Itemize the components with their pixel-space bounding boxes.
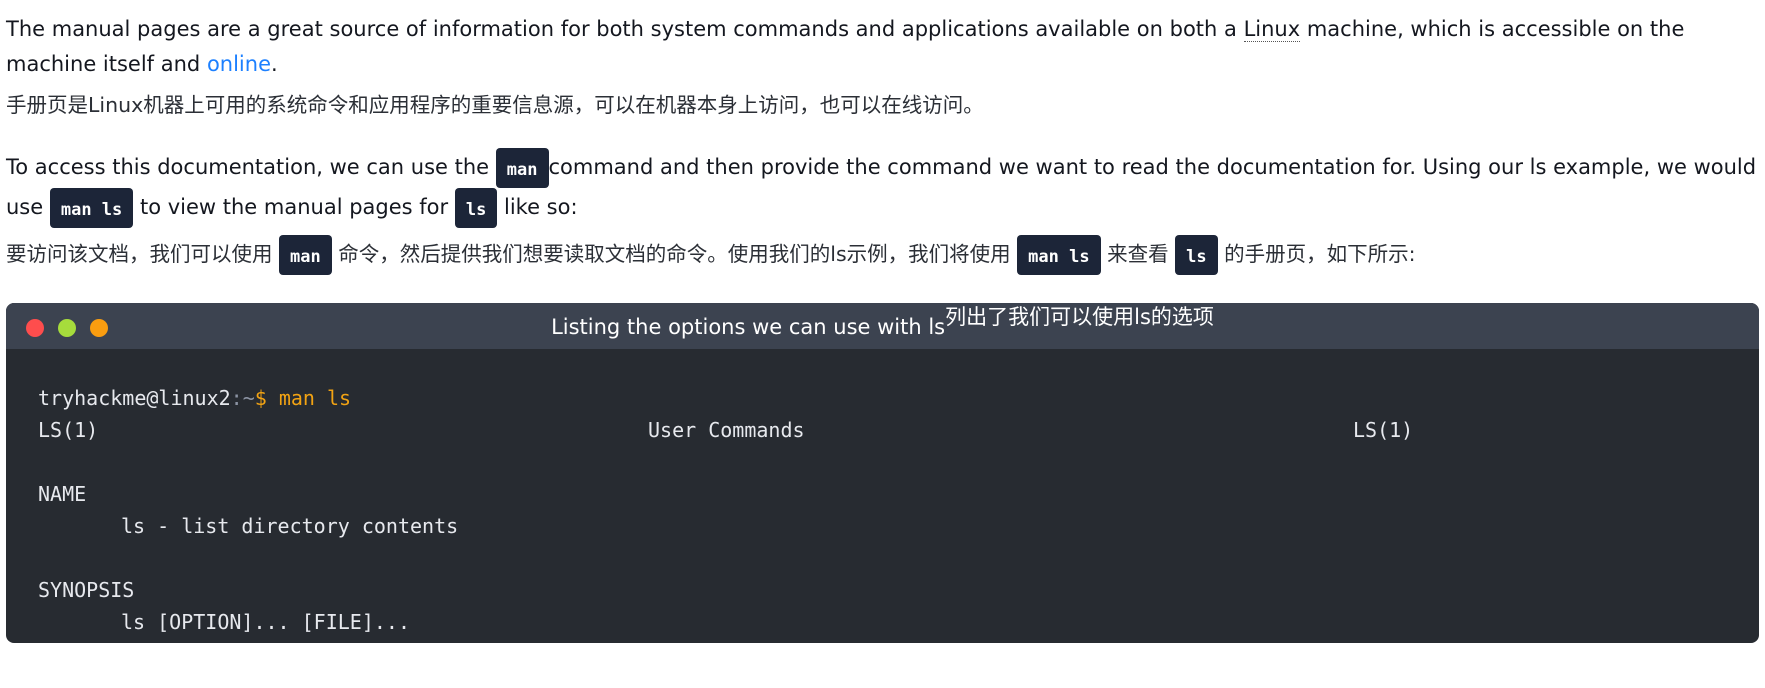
prompt-sign: $	[254, 386, 267, 410]
access-paragraph: To access this documentation, we can use…	[6, 148, 1759, 228]
synopsis-heading: SYNOPSIS	[38, 578, 135, 602]
code-man-ls-zh: man ls	[1017, 235, 1101, 275]
access-paragraph-zh: 要访问该文档，我们可以使用 man 命令，然后提供我们想要读取文档的命令。使用我…	[6, 232, 1759, 276]
terminal-window: Listing the options we can use with ls列出…	[6, 303, 1759, 643]
code-ls-zh: ls	[1175, 235, 1218, 275]
prompt-path: :~	[230, 386, 255, 410]
terminal-title: Listing the options we can use with ls列出…	[6, 305, 1759, 342]
code-man-zh: man	[279, 235, 332, 275]
terminal-titlebar: Listing the options we can use with ls列出…	[6, 303, 1759, 349]
access-zh-text-d: 的手册页，如下所示:	[1217, 242, 1416, 266]
access-text-d: like so:	[497, 195, 578, 219]
name-heading: NAME	[38, 482, 87, 506]
prompt-command: man ls	[266, 386, 352, 410]
name-text: ls - list directory contents	[121, 514, 459, 538]
article-content: The manual pages are a great source of i…	[0, 0, 1759, 643]
intro-paragraph-zh: 手册页是Linux机器上可用的系统命令和应用程序的重要信息源，可以在机器本身上访…	[6, 93, 984, 117]
code-man: man	[495, 148, 549, 188]
code-man-ls: man ls	[49, 188, 134, 228]
prompt-line: tryhackme@linux2:~$ man ls	[38, 382, 1759, 414]
synopsis-text: ls [OPTION]... [FILE]...	[121, 610, 410, 634]
terminal-output: tryhackme@linux2:~$ man ls LS(1) User Comm…	[6, 349, 1759, 638]
access-text-a: To access this documentation, we can use…	[6, 155, 496, 179]
man-header-line: LS(1) User Commands LS(1)	[38, 414, 1759, 446]
man-header-right: LS(1)	[1353, 418, 1414, 442]
online-link[interactable]: online	[207, 52, 271, 76]
access-zh-text-b: 命令，然后提供我们想要读取文档的命令。使用我们的ls示例，我们将使用	[331, 242, 1018, 266]
intro-paragraph: The manual pages are a great source of i…	[6, 0, 1759, 82]
linux-abbr: Linux	[1243, 17, 1301, 42]
terminal-title-en: Listing the options we can use with ls	[551, 315, 946, 339]
access-text-c: to view the manual pages for	[133, 195, 455, 219]
prompt-user: tryhackme@linux2	[38, 386, 231, 410]
intro-text-c: .	[271, 52, 278, 76]
terminal-title-zh: 列出了我们可以使用ls的选项	[945, 305, 1214, 329]
man-header-left: LS(1)	[38, 418, 99, 442]
access-zh-text-a: 要访问该文档，我们可以使用	[6, 242, 280, 266]
man-header-center: User Commands	[648, 418, 805, 442]
access-zh-text-c: 来查看	[1100, 242, 1176, 266]
code-ls: ls	[454, 188, 498, 228]
intro-text-a: The manual pages are a great source of i…	[6, 17, 1244, 41]
